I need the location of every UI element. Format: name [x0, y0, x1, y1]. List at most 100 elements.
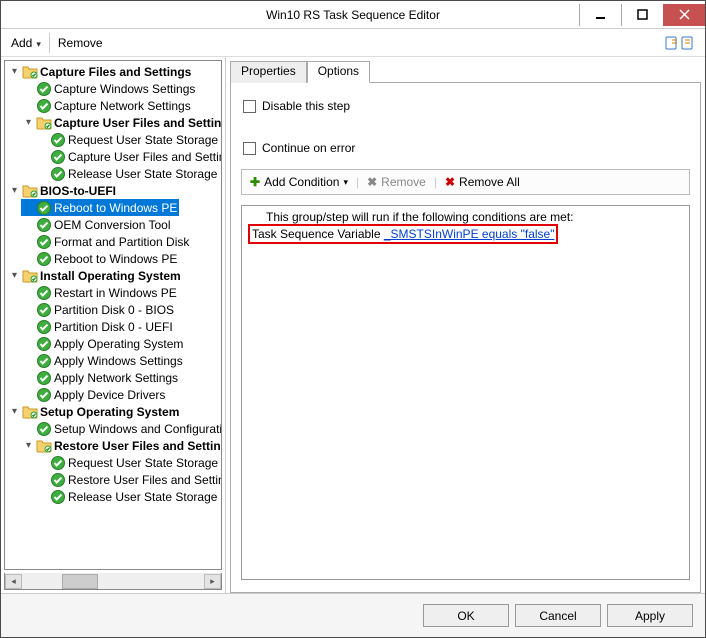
folder-check-icon [22, 183, 38, 199]
tree-item-label: Apply Windows Settings [54, 354, 183, 368]
disable-step-label: Disable this step [262, 99, 350, 113]
check-circle-icon [36, 285, 52, 301]
tree-step[interactable]: Restart in Windows PE [21, 284, 179, 301]
tree-step[interactable]: Restore User Files and Settings [35, 471, 221, 488]
disable-step-checkbox[interactable] [243, 100, 256, 113]
check-circle-icon [50, 132, 66, 148]
expand-toggle-icon[interactable]: ▾ [23, 117, 34, 128]
tree-item-label: Apply Operating System [54, 337, 183, 351]
condition-link[interactable]: _SMSTSInWinPE equals "false" [384, 227, 555, 241]
folder-check-icon [22, 268, 38, 284]
expand-toggle-icon[interactable]: ▾ [9, 406, 20, 417]
add-dropdown[interactable]: Add [5, 34, 47, 52]
check-circle-icon [36, 217, 52, 233]
check-circle-icon [36, 234, 52, 250]
tree-step[interactable]: Partition Disk 0 - BIOS [21, 301, 176, 318]
tree-step[interactable]: Apply Windows Settings [21, 352, 185, 369]
tree-item-label: Capture Windows Settings [54, 82, 195, 96]
tree-group[interactable]: ▾Restore User Files and Settin [21, 437, 221, 454]
tree-step[interactable]: Setup Windows and Configuration [21, 420, 221, 437]
tree-item-label: Install Operating System [40, 269, 181, 283]
titlebar: Win10 RS Task Sequence Editor [1, 1, 705, 29]
folder-check-icon [36, 438, 52, 454]
tree-step[interactable]: Release User State Storage [35, 165, 219, 182]
tree-item-label: Setup Windows and Configuration [54, 422, 221, 436]
scroll-thumb[interactable] [62, 574, 98, 589]
cancel-button[interactable]: Cancel [515, 604, 601, 627]
tree-group[interactable]: ▾ Install Operating System [7, 267, 183, 284]
expand-toggle-icon[interactable]: ▾ [9, 185, 20, 196]
check-circle-icon [36, 319, 52, 335]
tree-group[interactable]: ▾Capture Files and Settings [7, 63, 193, 80]
check-circle-icon [36, 98, 52, 114]
check-circle-icon [36, 421, 52, 437]
scroll-left-arrow[interactable]: ◂ [5, 574, 22, 589]
tree-step[interactable]: Reboot to Windows PE [21, 199, 179, 216]
tree-step[interactable]: Partition Disk 0 - UEFI [21, 318, 175, 335]
toolbar: Add Remove [1, 29, 705, 57]
conditions-list[interactable]: This group/step will run if the followin… [241, 205, 690, 580]
view-icon-1[interactable] [665, 35, 681, 51]
ok-button[interactable]: OK [423, 604, 509, 627]
check-circle-icon [50, 472, 66, 488]
tree-item-label: Request User State Storage [68, 456, 218, 470]
check-circle-icon [36, 353, 52, 369]
tree-group[interactable]: ▾BIOS-to-UEFI [7, 182, 118, 199]
tree-step[interactable]: Request User State Storage [35, 454, 220, 471]
continue-on-error-checkbox[interactable] [243, 142, 256, 155]
tree-group[interactable]: ▾Setup Operating System [7, 403, 181, 420]
tree-item-label: Request User State Storage [68, 133, 218, 147]
tree-step[interactable]: Capture User Files and Settings [35, 148, 221, 165]
tree-step[interactable]: Request User State Storage [35, 131, 220, 148]
check-circle-icon [36, 81, 52, 97]
continue-on-error-label: Continue on error [262, 141, 355, 155]
tree-item-label: Capture User Files and Settin [54, 116, 221, 130]
check-circle-icon [50, 489, 66, 505]
folder-check-icon [36, 115, 52, 131]
tree-step[interactable]: Reboot to Windows PE [21, 250, 179, 267]
condition-row[interactable]: Task Sequence Variable _SMSTSInWinPE equ… [248, 224, 558, 244]
tree-step[interactable]: Apply Device Drivers [21, 386, 167, 403]
remove-condition-button[interactable]: ✖Remove [363, 173, 430, 191]
tree-group[interactable]: ▾ Capture User Files and Settin [21, 114, 221, 131]
expand-toggle-icon[interactable]: ▾ [9, 66, 20, 77]
add-condition-dropdown[interactable]: ✚Add Condition ▾ [246, 173, 352, 191]
scroll-right-arrow[interactable]: ▸ [204, 574, 221, 589]
tree-item-label: Release User State Storage [68, 167, 217, 181]
remove-all-conditions-button[interactable]: ✖Remove All [441, 173, 524, 191]
tree-item-label: Partition Disk 0 - UEFI [54, 320, 173, 334]
apply-button[interactable]: Apply [607, 604, 693, 627]
minimize-button[interactable] [579, 4, 621, 26]
tree-step[interactable]: Capture Network Settings [21, 97, 193, 114]
tree-item-label: Partition Disk 0 - BIOS [54, 303, 174, 317]
check-circle-icon [50, 455, 66, 471]
maximize-button[interactable] [621, 4, 663, 26]
task-sequence-tree[interactable]: ▾Capture Files and Settings Capture Windo… [4, 60, 222, 570]
tree-step[interactable]: Format and Partition Disk [21, 233, 191, 250]
separator [49, 33, 50, 53]
tab-properties[interactable]: Properties [230, 61, 307, 83]
folder-check-icon [22, 404, 38, 420]
expand-toggle-icon[interactable]: ▾ [23, 440, 34, 451]
tree-step[interactable]: Apply Network Settings [21, 369, 180, 386]
check-circle-icon [50, 166, 66, 182]
tree-step[interactable]: Apply Operating System [21, 335, 185, 352]
check-circle-icon [36, 302, 52, 318]
expand-toggle-icon[interactable]: ▾ [9, 270, 20, 281]
tree-step[interactable]: Release User State Storage [35, 488, 219, 505]
tab-options[interactable]: Options [307, 61, 370, 83]
tree-step[interactable]: OEM Conversion Tool [21, 216, 173, 233]
tree-step[interactable]: Capture Windows Settings [21, 80, 197, 97]
remove-button[interactable]: Remove [52, 34, 109, 52]
tree-item-label: Restore User Files and Settings [68, 473, 221, 487]
condition-toolbar: ✚Add Condition ▾ | ✖Remove | ✖Remove All [241, 169, 690, 195]
tree-item-label: Apply Device Drivers [54, 388, 165, 402]
close-button[interactable] [663, 4, 705, 26]
tree-item-label: Release User State Storage [68, 490, 217, 504]
window-title: Win10 RS Task Sequence Editor [127, 8, 579, 22]
view-icon-2[interactable] [681, 35, 697, 51]
check-circle-icon [36, 387, 52, 403]
conditions-header: This group/step will run if the followin… [248, 210, 683, 224]
horizontal-scrollbar[interactable]: ◂ ▸ [4, 573, 222, 590]
window: Win10 RS Task Sequence Editor Add Remove… [0, 0, 706, 638]
